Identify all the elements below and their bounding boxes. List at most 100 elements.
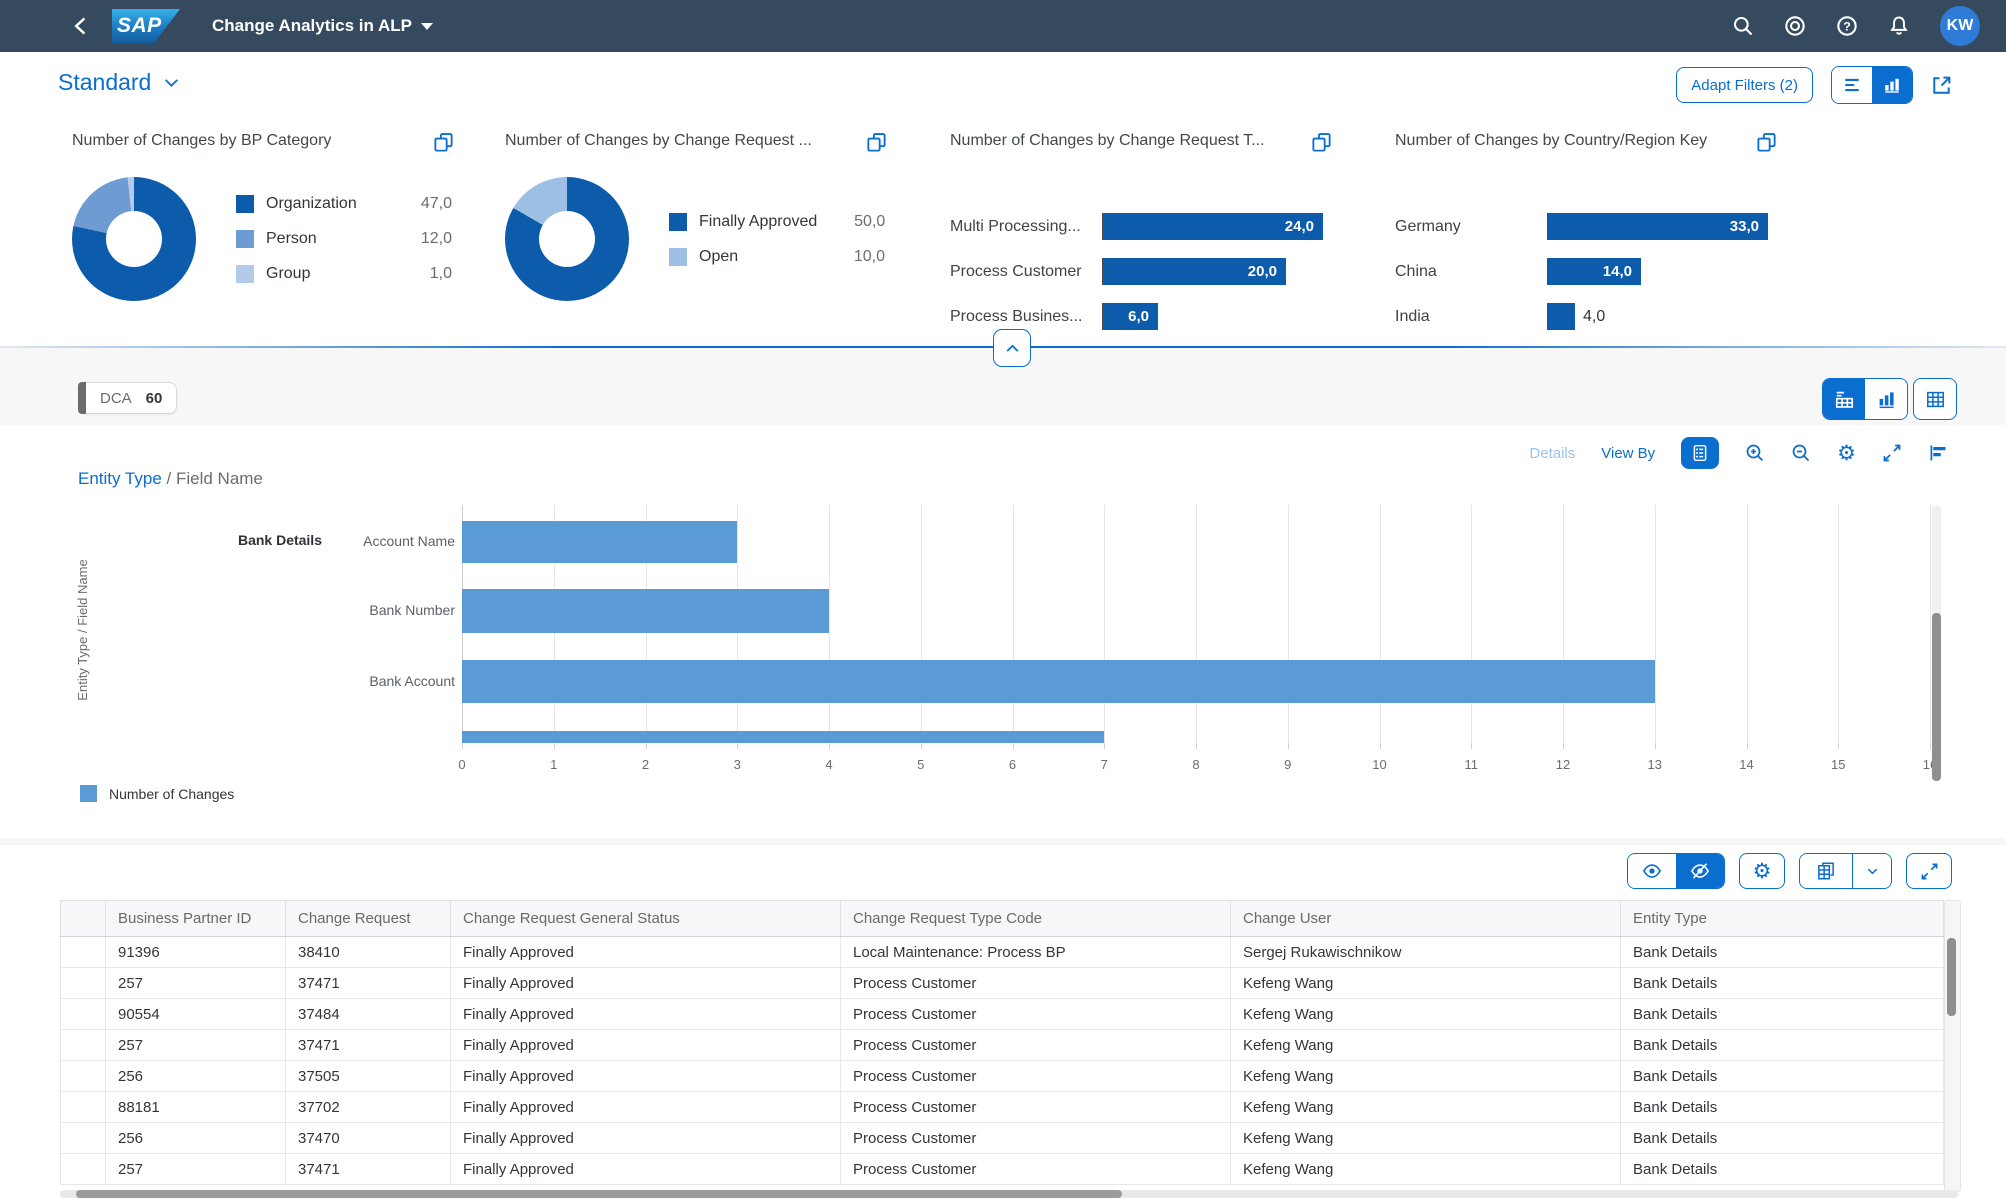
- hybrid-view-icon[interactable]: [1823, 379, 1865, 419]
- zoom-in-icon[interactable]: [1745, 443, 1765, 463]
- donut-chart[interactable]: [72, 177, 196, 301]
- legend-item-value: 10,0: [853, 247, 885, 265]
- row-selector-cell[interactable]: [60, 1060, 106, 1092]
- x-axis-tick-label: 3: [733, 757, 741, 772]
- column-header[interactable]: Entity Type: [1620, 900, 1944, 937]
- copy-icon[interactable]: [1756, 132, 1777, 153]
- kpi-bar[interactable]: 24,0: [1103, 213, 1323, 240]
- zoom-out-icon[interactable]: [1791, 443, 1811, 463]
- row-selector-cell[interactable]: [60, 998, 106, 1030]
- variant-selector[interactable]: Standard: [58, 69, 180, 96]
- table-cell: Process Customer: [840, 1060, 1231, 1092]
- table-row[interactable]: 257 37471 Finally Approved Process Customer…: [60, 1029, 1944, 1061]
- column-header[interactable]: Change Request: [285, 900, 451, 937]
- legend-toggle-button[interactable]: [1681, 437, 1720, 469]
- table-row[interactable]: 90554 37484 Finally Approved Process Custom…: [60, 998, 1944, 1030]
- hide-details-eye-off-icon[interactable]: [1676, 854, 1724, 888]
- kpi-bar-row: Multi Processing... 24,0: [950, 213, 1350, 240]
- table-row[interactable]: 257 37471 Finally Approved Process Customer…: [60, 967, 1944, 999]
- table-vertical-scrollbar: [1944, 900, 1961, 1192]
- export-menu-chevron-icon[interactable]: [1853, 854, 1891, 888]
- chart-mode-icon[interactable]: [1872, 67, 1912, 103]
- table-cell: Finally Approved: [450, 1122, 841, 1154]
- table-row[interactable]: 88181 37702 Finally Approved Process Custom…: [60, 1091, 1944, 1123]
- table-settings-gear-icon[interactable]: ⚙: [1739, 853, 1785, 889]
- table-vertical-scrollbar-thumb[interactable]: [1947, 938, 1956, 1016]
- chart-bar[interactable]: [462, 589, 829, 633]
- search-icon[interactable]: [1732, 15, 1754, 37]
- kpi-legend-item: Organization 47,0: [236, 195, 452, 213]
- filtered-by-chip[interactable]: DCA 60: [78, 382, 178, 414]
- x-axis-tick-label: 8: [1192, 757, 1200, 772]
- row-selector-cell[interactable]: [60, 967, 106, 999]
- gear-icon[interactable]: ⚙: [1837, 442, 1856, 464]
- table-row[interactable]: 257 37471 Finally Approved Process Customer…: [60, 1153, 1944, 1185]
- donut-chart[interactable]: [505, 177, 629, 301]
- row-selector-cell[interactable]: [60, 936, 106, 968]
- table-row[interactable]: 256 37470 Finally Approved Process Customer…: [60, 1122, 1944, 1154]
- copy-icon[interactable]: [1311, 132, 1332, 153]
- copy-icon[interactable]: [866, 132, 887, 153]
- avatar[interactable]: KW: [1940, 6, 1980, 46]
- help-icon[interactable]: ?: [1836, 15, 1858, 37]
- app-title-menu[interactable]: Change Analytics in ALP: [212, 16, 433, 36]
- chart-bar[interactable]: [462, 731, 1105, 743]
- view-by-button[interactable]: View By: [1601, 445, 1655, 462]
- table-horizontal-scrollbar-thumb[interactable]: [76, 1190, 1122, 1198]
- column-header[interactable]: Change Request General Status: [450, 900, 841, 937]
- y-axis-title: Entity Type / Field Name: [75, 559, 90, 701]
- export-icon[interactable]: [1800, 854, 1853, 888]
- kpi-card[interactable]: Number of Changes by BP Category Organiza…: [72, 120, 472, 340]
- sap-logo: SAP: [112, 9, 180, 43]
- axis-tick: [645, 743, 647, 749]
- axis-tick: [1012, 743, 1014, 749]
- filter-lines-icon[interactable]: [1832, 67, 1872, 103]
- kpi-card[interactable]: Number of Changes by Country/Region Key G…: [1395, 120, 1795, 340]
- horizontal-bar-chart-icon[interactable]: [1928, 443, 1948, 463]
- share-icon[interactable]: [1931, 75, 1952, 96]
- breadcrumb-entity-type[interactable]: Entity Type: [78, 469, 162, 488]
- table-cell: 257: [105, 967, 286, 999]
- table-row[interactable]: 91396 38410 Finally Approved Local Maintena…: [60, 936, 1944, 968]
- chart-bar[interactable]: [462, 521, 738, 563]
- kpi-bar[interactable]: [1548, 303, 1575, 330]
- kpi-card[interactable]: Number of Changes by Change Request ... F…: [505, 120, 905, 340]
- bell-icon[interactable]: [1888, 15, 1910, 37]
- copilot-icon[interactable]: [1784, 15, 1806, 37]
- row-selector-cell[interactable]: [60, 1122, 106, 1154]
- copy-icon[interactable]: [433, 132, 454, 153]
- row-selector-cell[interactable]: [60, 1153, 106, 1185]
- column-header[interactable]: Change Request Type Code: [840, 900, 1231, 937]
- select-all-column-header[interactable]: [60, 900, 106, 937]
- collapse-header-button[interactable]: [993, 329, 1031, 367]
- column-header[interactable]: Business Partner ID: [105, 900, 286, 937]
- row-selector-cell[interactable]: [60, 1029, 106, 1061]
- export-split-button: [1799, 853, 1892, 889]
- table-cell: Kefeng Wang: [1230, 967, 1621, 999]
- table-cell: Kefeng Wang: [1230, 1060, 1621, 1092]
- kpi-bar-area: 20,0: [1102, 258, 1350, 285]
- kpi-bar[interactable]: 33,0: [1548, 213, 1768, 240]
- axis-tick: [1287, 743, 1289, 749]
- kpi-donut-body: Finally Approved 50,0 Open 10,0: [505, 169, 905, 309]
- column-header[interactable]: Change User: [1230, 900, 1621, 937]
- details-button[interactable]: Details: [1529, 445, 1575, 462]
- table-cell: 37471: [285, 1153, 451, 1185]
- kpi-bar[interactable]: 6,0: [1103, 303, 1158, 330]
- chart-bar[interactable]: [462, 660, 1655, 703]
- adapt-filters-button[interactable]: Adapt Filters (2): [1676, 67, 1813, 103]
- kpi-card[interactable]: Number of Changes by Change Request T...…: [950, 120, 1350, 340]
- kpi-bar[interactable]: 14,0: [1548, 258, 1641, 285]
- table-fullscreen-icon[interactable]: [1906, 853, 1952, 889]
- show-details-eye-icon[interactable]: [1628, 854, 1676, 888]
- chart-view-icon[interactable]: [1865, 379, 1907, 419]
- axis-tick: [553, 743, 555, 749]
- filter-bar: Standard Adapt Filters (2): [0, 52, 2006, 120]
- kpi-bar[interactable]: 20,0: [1103, 258, 1286, 285]
- row-selector-cell[interactable]: [60, 1091, 106, 1123]
- back-icon[interactable]: [70, 15, 92, 37]
- chart-scrollbar-thumb[interactable]: [1932, 613, 1941, 781]
- table-view-icon[interactable]: [1913, 378, 1957, 420]
- fullscreen-icon[interactable]: [1882, 443, 1902, 463]
- table-row[interactable]: 256 37505 Finally Approved Process Customer…: [60, 1060, 1944, 1092]
